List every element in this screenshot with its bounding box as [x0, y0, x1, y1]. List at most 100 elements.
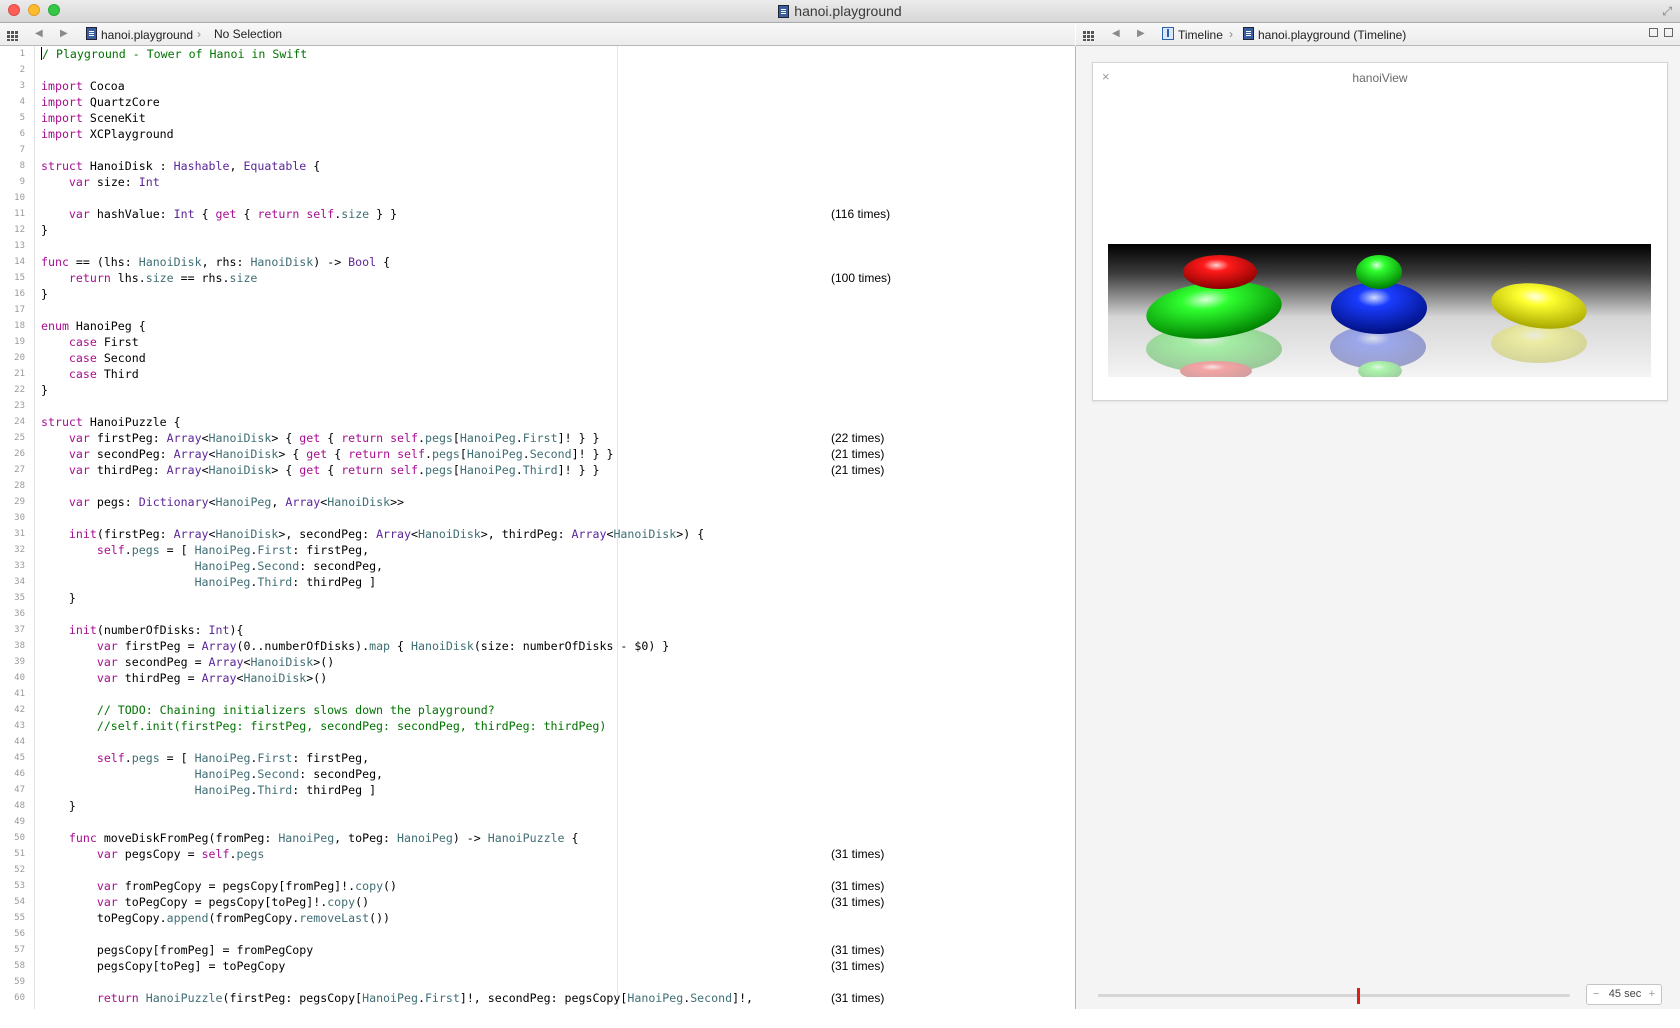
code-line[interactable]: 58 pegsCopy[toPeg] = toPegCopy (31 times) [0, 958, 1075, 974]
code-line[interactable]: 28 [0, 478, 1075, 494]
duration-decrease-button[interactable]: − [1593, 988, 1599, 1000]
result-count[interactable]: (116 times) [831, 206, 890, 222]
code-line[interactable]: 54 var toPegCopy = pegsCopy[toPeg]!.copy… [0, 894, 1075, 910]
line-number: 24 [14, 417, 25, 427]
code-line[interactable]: 35 } [0, 590, 1075, 606]
code-line[interactable]: 52 [0, 862, 1075, 878]
close-editor-button[interactable] [1664, 28, 1673, 37]
code-line[interactable]: 50 func moveDiskFromPeg(fromPeg: HanoiPe… [0, 830, 1075, 846]
code-line[interactable]: 18 enum HanoiPeg { [0, 318, 1075, 334]
code-line[interactable]: 14 func == (lhs: HanoiDisk, rhs: HanoiDis… [0, 254, 1075, 270]
code-line[interactable]: 55 toPegCopy.append(fromPegCopy.removeLa… [0, 910, 1075, 926]
breadcrumb-file[interactable]: hanoi.playground [86, 27, 193, 42]
code-line[interactable]: 51 var pegsCopy = self.pegs (31 times) [0, 846, 1075, 862]
code-line[interactable]: 42 // TODO: Chaining initializers slows … [0, 702, 1075, 718]
forward-arrow-icon[interactable]: ▶ [60, 28, 68, 39]
code-line[interactable]: 56 [0, 926, 1075, 942]
result-count[interactable]: (31 times) [831, 878, 884, 894]
code-line[interactable]: 48 } [0, 798, 1075, 814]
line-number: 60 [14, 993, 25, 1003]
code-line[interactable]: 29 var pegs: Dictionary<HanoiPeg, Array<… [0, 494, 1075, 510]
duration-increase-button[interactable]: + [1649, 988, 1655, 1000]
code-line[interactable]: 10 [0, 190, 1075, 206]
code-line[interactable]: 47 HanoiPeg.Third: thirdPeg ] [0, 782, 1075, 798]
code-line[interactable]: 16} [0, 286, 1075, 302]
forward-arrow-icon[interactable]: ▶ [1137, 28, 1145, 39]
code-text: var hashValue: Int { get { return self.s… [68, 207, 398, 221]
code-line[interactable]: 59 [0, 974, 1075, 990]
code-line[interactable]: 22} [0, 382, 1075, 398]
code-line[interactable]: 2 [0, 62, 1075, 78]
code-line[interactable]: 43 //self.init(firstPeg: firstPeg, secon… [0, 718, 1075, 734]
code-line[interactable]: 41 [0, 686, 1075, 702]
result-count[interactable]: (22 times) [831, 430, 884, 446]
code-line[interactable]: 39 var secondPeg = Array<HanoiDisk>() [0, 654, 1075, 670]
code-line[interactable]: 13 [0, 238, 1075, 254]
code-line[interactable]: 23 [0, 398, 1075, 414]
code-text: struct HanoiDisk : Hashable, Equatable { [41, 159, 321, 173]
code-text: var thirdPeg: Array<HanoiDisk> { get { r… [68, 463, 600, 477]
result-count[interactable]: (31 times) [831, 958, 884, 974]
result-count[interactable]: (100 times) [831, 270, 891, 286]
line-number: 23 [14, 401, 25, 411]
breadcrumb-timeline[interactable]: Timeline [1162, 27, 1223, 42]
code-line[interactable]: 49 [0, 814, 1075, 830]
code-line[interactable]: 9 var size: Int [0, 174, 1075, 190]
related-items-grid-icon[interactable] [1083, 29, 1095, 43]
code-text: case Third [68, 367, 139, 381]
code-line[interactable]: 3 import Cocoa [0, 78, 1075, 94]
code-line[interactable]: 5 import SceneKit [0, 110, 1075, 126]
result-count[interactable]: (31 times) [831, 990, 884, 1006]
result-count[interactable]: (31 times) [831, 942, 884, 958]
code-line[interactable]: 1 / Playground - Tower of Hanoi in Swift [0, 46, 1075, 62]
result-count[interactable]: (31 times) [831, 846, 884, 862]
code-line[interactable]: 44 [0, 734, 1075, 750]
code-line[interactable]: 19 case First [0, 334, 1075, 350]
code-line[interactable]: 46 HanoiPeg.Second: secondPeg, [0, 766, 1075, 782]
code-line[interactable]: 15 return lhs.size == rhs.size (100 times… [0, 270, 1075, 286]
code-line[interactable]: 60 return HanoiPuzzle(firstPeg: pegsCopy… [0, 990, 1075, 1006]
code-line[interactable]: 12} [0, 222, 1075, 238]
code-line[interactable]: 38 var firstPeg = Array(0..numberOfDisks… [0, 638, 1075, 654]
code-line[interactable]: 32 self.pegs = [ HanoiPeg.First: firstPe… [0, 542, 1075, 558]
code-line[interactable]: 37 init(numberOfDisks: Int){ [0, 622, 1075, 638]
breadcrumb-timeline-label: Timeline [1178, 28, 1223, 42]
fullscreen-icon[interactable]: ⤢ [1662, 4, 1672, 19]
assistant-jump-bar: ◀ ▶ Timeline › hanoi.playground (Timelin… [1076, 23, 1680, 46]
code-line[interactable]: 17 [0, 302, 1075, 318]
code-line[interactable]: 31 init(firstPeg: Array<HanoiDisk>, seco… [0, 526, 1075, 542]
code-editor[interactable]: 1 / Playground - Tower of Hanoi in Swift 2… [0, 46, 1075, 1009]
code-line[interactable]: 8 struct HanoiDisk : Hashable, Equatable … [0, 158, 1075, 174]
code-line[interactable]: 6 import XCPlayground [0, 126, 1075, 142]
code-line[interactable]: 21 case Third [0, 366, 1075, 382]
code-line[interactable]: 36 [0, 606, 1075, 622]
code-line[interactable]: 27 var thirdPeg: Array<HanoiDisk> { get … [0, 462, 1075, 478]
code-line[interactable]: 30 [0, 510, 1075, 526]
code-line[interactable]: 4 import QuartzCore [0, 94, 1075, 110]
duration-stepper[interactable]: − 45 sec + [1586, 984, 1662, 1005]
timeline-scrubber-thumb[interactable] [1356, 988, 1360, 1004]
code-line[interactable]: 11 var hashValue: Int { get { return sel… [0, 206, 1075, 222]
breadcrumb-selection[interactable]: No Selection [214, 27, 282, 41]
code-line[interactable]: 33 HanoiPeg.Second: secondPeg, [0, 558, 1075, 574]
related-items-grid-icon[interactable] [7, 29, 19, 43]
result-count[interactable]: (21 times) [831, 462, 884, 478]
code-line[interactable]: 25 var firstPeg: Array<HanoiDisk> { get … [0, 430, 1075, 446]
line-number: 1 [19, 49, 25, 59]
back-arrow-icon[interactable]: ◀ [35, 28, 43, 39]
breadcrumb-timeline-file[interactable]: hanoi.playground (Timeline) [1243, 27, 1406, 42]
timeline-scrubber-track[interactable] [1098, 994, 1570, 997]
code-line[interactable]: 24 struct HanoiPuzzle { [0, 414, 1075, 430]
add-editor-button[interactable] [1649, 28, 1658, 37]
result-count[interactable]: (31 times) [831, 894, 884, 910]
code-line[interactable]: 26 var secondPeg: Array<HanoiDisk> { get… [0, 446, 1075, 462]
result-count[interactable]: (21 times) [831, 446, 884, 462]
code-line[interactable]: 45 self.pegs = [ HanoiPeg.First: firstPe… [0, 750, 1075, 766]
code-line[interactable]: 7 [0, 142, 1075, 158]
code-line[interactable]: 57 pegsCopy[fromPeg] = fromPegCopy (31 ti… [0, 942, 1075, 958]
code-line[interactable]: 53 var fromPegCopy = pegsCopy[fromPeg]!.… [0, 878, 1075, 894]
back-arrow-icon[interactable]: ◀ [1112, 28, 1120, 39]
code-line[interactable]: 40 var thirdPeg = Array<HanoiDisk>() [0, 670, 1075, 686]
code-line[interactable]: 34 HanoiPeg.Third: thirdPeg ] [0, 574, 1075, 590]
code-line[interactable]: 20 case Second [0, 350, 1075, 366]
